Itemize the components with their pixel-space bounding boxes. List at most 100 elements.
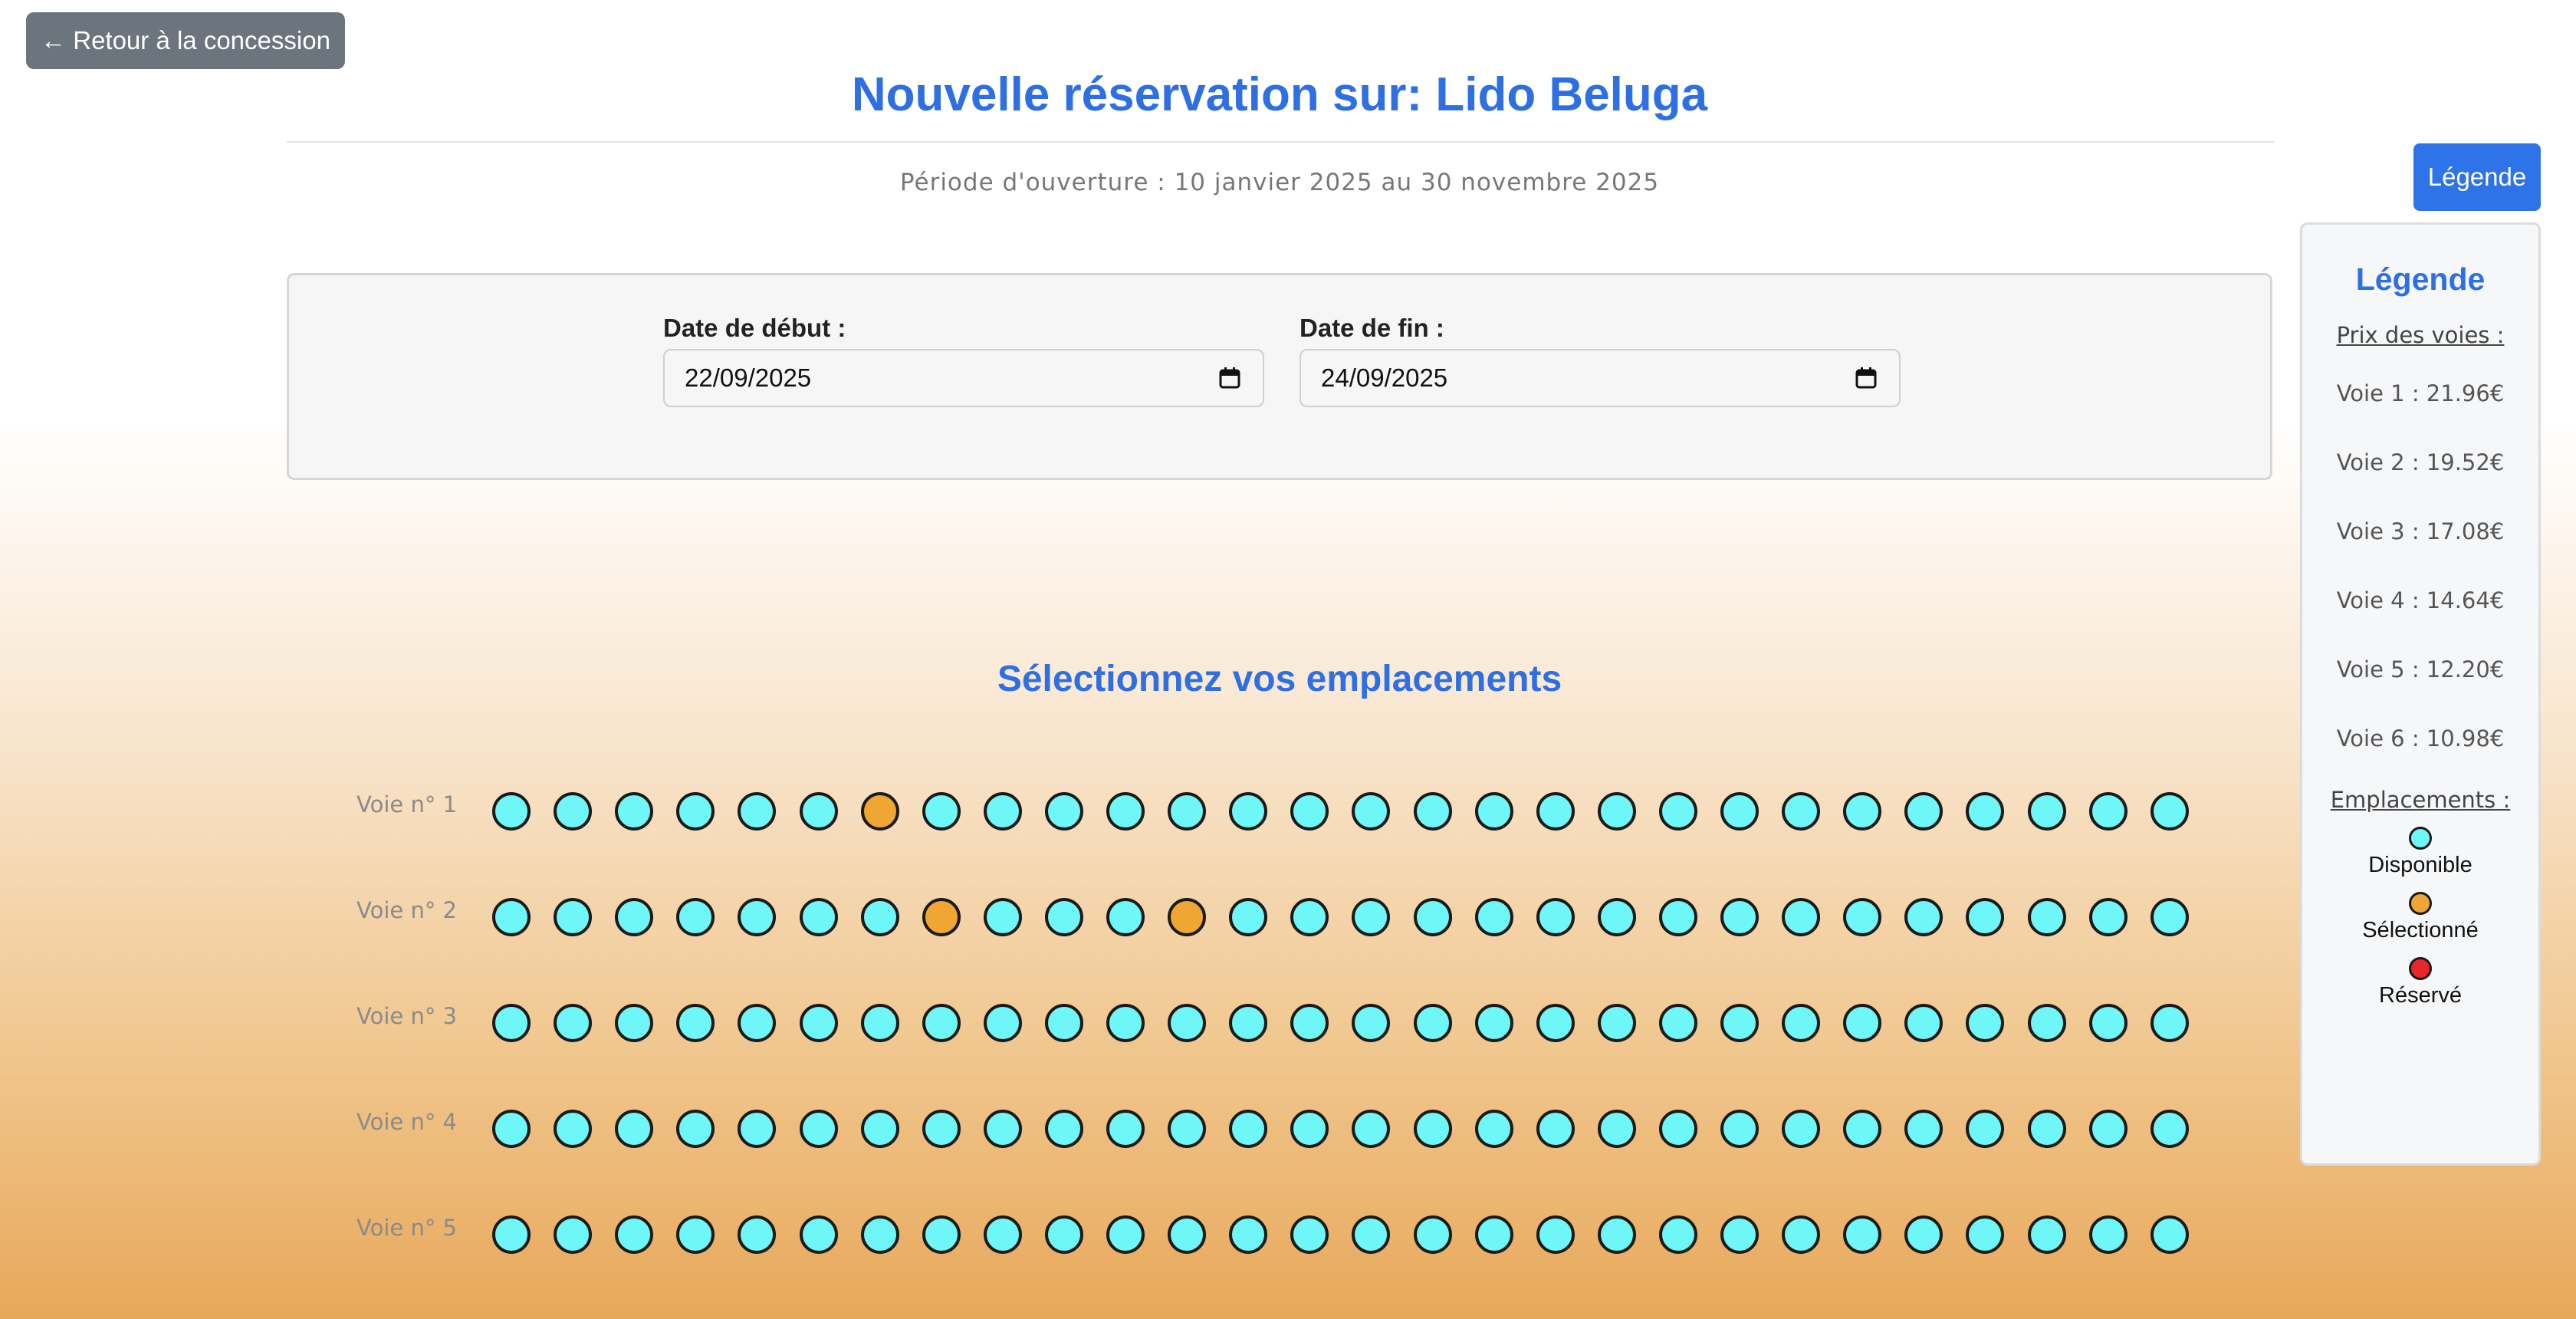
seat-available[interactable] [1782,792,1821,831]
seat-available[interactable] [1474,792,1513,831]
seat-available[interactable] [1352,1004,1391,1042]
seat-available[interactable] [922,792,961,831]
seat-available[interactable] [799,1215,838,1254]
seat-available[interactable] [983,898,1022,936]
seat-available[interactable] [860,1004,899,1042]
seat-available[interactable] [1229,898,1268,936]
seat-available[interactable] [1106,1004,1145,1042]
seat-available[interactable] [1229,1110,1268,1148]
seat-available[interactable] [799,898,838,936]
seat-available[interactable] [676,1110,715,1148]
seat-available[interactable] [1044,1215,1083,1254]
seat-available[interactable] [1536,1215,1575,1254]
seat-available[interactable] [676,898,715,936]
seat-available[interactable] [1904,1004,1944,1042]
seat-available[interactable] [1352,1110,1391,1148]
seat-available[interactable] [1044,1004,1083,1042]
seat-available[interactable] [1904,1215,1944,1254]
seat-available[interactable] [1597,1004,1636,1042]
seat-available[interactable] [2088,1215,2128,1254]
seat-available[interactable] [1106,1110,1145,1148]
seat-available[interactable] [1966,1004,2005,1042]
seat-available[interactable] [1720,898,1759,936]
seat-available[interactable] [615,1110,654,1148]
seat-available[interactable] [1597,792,1636,831]
seat-selected[interactable] [1168,898,1207,936]
seat-available[interactable] [2027,792,2066,831]
seat-available[interactable] [1720,792,1759,831]
seat-available[interactable] [1904,898,1944,936]
seat-available[interactable] [554,898,593,936]
seat-available[interactable] [1658,1110,1697,1148]
seat-available[interactable] [1229,1004,1268,1042]
seat-available[interactable] [1352,1215,1391,1254]
seat-available[interactable] [1658,792,1697,831]
calendar-icon[interactable] [1218,367,1241,390]
seat-available[interactable] [1720,1110,1759,1148]
seat-available[interactable] [1966,1215,2005,1254]
seat-available[interactable] [1474,1215,1513,1254]
seat-available[interactable] [738,898,777,936]
seat-available[interactable] [1843,1004,1882,1042]
calendar-icon[interactable] [1855,367,1878,390]
seat-available[interactable] [1597,898,1636,936]
seat-available[interactable] [860,898,899,936]
seat-available[interactable] [1168,1110,1207,1148]
seat-available[interactable] [1536,1004,1575,1042]
seat-available[interactable] [1229,1215,1268,1254]
seat-available[interactable] [1904,1110,1944,1148]
seat-available[interactable] [615,1215,654,1254]
seat-available[interactable] [1413,898,1452,936]
seat-available[interactable] [2088,1004,2128,1042]
seat-available[interactable] [1782,1215,1821,1254]
seat-available[interactable] [554,1215,593,1254]
seat-available[interactable] [1536,792,1575,831]
seat-available[interactable] [1904,792,1944,831]
seat-available[interactable] [1413,1004,1452,1042]
seat-available[interactable] [615,792,654,831]
seat-available[interactable] [1966,792,2005,831]
seat-available[interactable] [492,1110,531,1148]
seat-available[interactable] [492,792,531,831]
seat-available[interactable] [1536,1110,1575,1148]
seat-available[interactable] [676,1215,715,1254]
seat-available[interactable] [1720,1215,1759,1254]
seat-available[interactable] [1229,792,1268,831]
seat-available[interactable] [922,1004,961,1042]
seat-available[interactable] [738,1110,777,1148]
seat-available[interactable] [676,792,715,831]
seat-available[interactable] [1782,898,1821,936]
seat-available[interactable] [2150,898,2189,936]
seat-available[interactable] [1106,898,1145,936]
seat-available[interactable] [1966,1110,2005,1148]
seat-available[interactable] [1782,1004,1821,1042]
seat-available[interactable] [1290,898,1329,936]
seat-available[interactable] [799,792,838,831]
seat-available[interactable] [738,1215,777,1254]
seat-available[interactable] [1352,898,1391,936]
seat-available[interactable] [615,1004,654,1042]
seat-available[interactable] [2027,1215,2066,1254]
seat-available[interactable] [1044,1110,1083,1148]
seat-available[interactable] [1290,1110,1329,1148]
seat-available[interactable] [738,1004,777,1042]
seat-available[interactable] [922,1110,961,1148]
seat-available[interactable] [1536,898,1575,936]
seat-available[interactable] [1597,1215,1636,1254]
seat-available[interactable] [860,1215,899,1254]
seat-available[interactable] [860,1110,899,1148]
back-to-concession-button[interactable]: ← Retour à la concession [26,12,345,69]
seat-available[interactable] [554,1004,593,1042]
seat-available[interactable] [1474,1110,1513,1148]
seat-available[interactable] [2027,1004,2066,1042]
seat-available[interactable] [738,792,777,831]
seat-available[interactable] [554,792,593,831]
seat-selected[interactable] [860,792,899,831]
seat-available[interactable] [1720,1004,1759,1042]
seat-available[interactable] [1168,792,1207,831]
seat-available[interactable] [2088,898,2128,936]
seat-available[interactable] [1843,898,1882,936]
seat-available[interactable] [1290,792,1329,831]
seat-available[interactable] [983,1215,1022,1254]
seat-available[interactable] [2088,792,2128,831]
